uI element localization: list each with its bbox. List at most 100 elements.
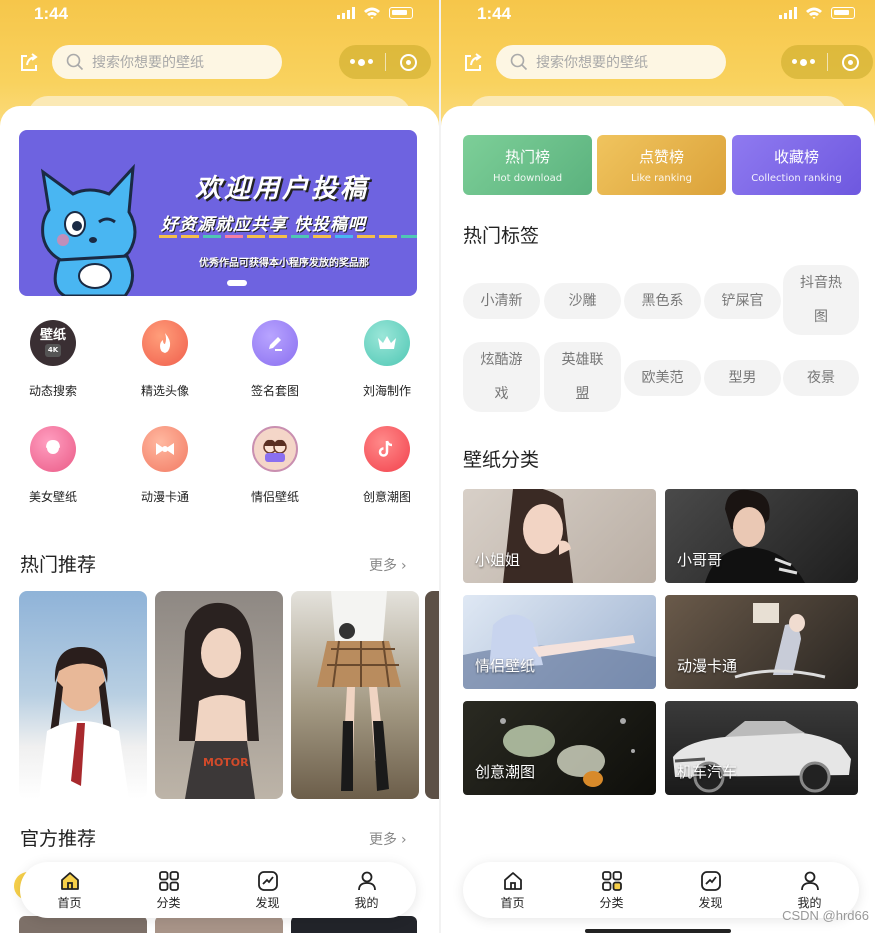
grid-item-anime[interactable]: 动漫卡通	[110, 426, 220, 505]
user-icon	[357, 871, 376, 890]
search-input[interactable]: 搜索你想要的壁纸	[52, 45, 282, 79]
search-icon	[510, 53, 528, 71]
grid-label: 动漫卡通	[140, 490, 189, 504]
share-icon[interactable]	[18, 52, 40, 74]
grid-label: 签名套图	[250, 384, 299, 398]
grid-item-signature[interactable]: 签名套图	[220, 320, 330, 399]
category-label: 创意潮图	[475, 763, 536, 781]
tab-label: 我的	[354, 895, 379, 910]
rank-title: 收藏榜	[773, 148, 819, 166]
category-label: 机车汽车	[677, 763, 738, 781]
wifi-icon	[364, 7, 380, 19]
grid-item-creative[interactable]: 创意潮图	[332, 426, 439, 505]
grid-icon	[601, 870, 622, 891]
tab-category[interactable]: 分类	[562, 862, 661, 918]
tags-section-title: 热门标签	[463, 225, 540, 247]
tag-item[interactable]: 炫酷游戏	[463, 342, 540, 412]
user-icon	[800, 871, 819, 890]
hot-photo-card[interactable]	[19, 591, 147, 799]
wallpaper-badge-text: 壁纸	[39, 328, 66, 343]
wifi-icon	[806, 7, 822, 19]
trend-icon	[700, 870, 721, 891]
screenshot-stage: 1:44 搜索你想要的壁纸 欢迎用户投稿 好资源就应共享 快投稿吧 优秀作品可获…	[0, 0, 875, 933]
more-dots-icon[interactable]	[339, 58, 385, 66]
grid-item-couple[interactable]: 情侣壁纸	[220, 426, 330, 505]
tab-home[interactable]: 首页	[463, 862, 562, 918]
svg-text:MOTOR: MOTOR	[203, 756, 249, 769]
category-card[interactable]: 小哥哥	[665, 489, 858, 583]
status-icons	[779, 6, 855, 20]
grid-label: 刘海制作	[362, 384, 411, 398]
grid-item-avatars[interactable]: 精选头像	[110, 320, 220, 399]
tag-item[interactable]: 小清新	[463, 283, 540, 319]
hot-section-title: 热门推荐	[20, 554, 97, 576]
home-screen: 1:44 搜索你想要的壁纸 欢迎用户投稿 好资源就应共享 快投稿吧 优秀作品可获…	[0, 0, 439, 933]
tab-home[interactable]: 首页	[20, 862, 119, 918]
share-icon[interactable]	[462, 52, 484, 74]
tag-item[interactable]: 黑色系	[624, 283, 701, 319]
tab-label: 分类	[599, 895, 624, 910]
rank-hot-download[interactable]: 热门榜 Hot download	[463, 135, 592, 195]
grid-label: 精选头像	[140, 384, 189, 398]
search-placeholder: 搜索你想要的壁纸	[536, 55, 648, 71]
category-label: 小姐姐	[475, 551, 521, 569]
category-card[interactable]: 情侣壁纸	[463, 595, 656, 689]
hot-photo-card[interactable]	[291, 591, 419, 799]
hot-more-link[interactable]: 更多 ›	[369, 555, 407, 575]
tab-label: 发现	[255, 895, 280, 910]
cat-mascot-icon	[40, 163, 137, 296]
category-card[interactable]: 创意潮图	[463, 701, 656, 795]
search-input[interactable]: 搜索你想要的壁纸	[496, 45, 726, 79]
hot-photo-card[interactable]: MOTOR	[155, 591, 283, 799]
close-target-icon[interactable]	[385, 53, 431, 71]
official-photo-peek[interactable]	[155, 916, 283, 933]
chevron-right-icon: ›	[401, 832, 407, 848]
banner-carousel[interactable]: 欢迎用户投稿 好资源就应共享 快投稿吧 优秀作品可获得本小程序发放的奖品那	[19, 130, 417, 296]
home-icon	[60, 871, 79, 890]
close-target-icon[interactable]	[827, 53, 873, 71]
couple-icon	[252, 426, 298, 472]
tab-discover[interactable]: 发现	[661, 862, 760, 918]
tag-item[interactable]: 铲屎官	[704, 283, 781, 319]
category-card[interactable]: 小姐姐	[463, 489, 656, 583]
tag-item[interactable]: 英雄联盟	[544, 342, 621, 412]
official-photo-peek[interactable]	[291, 916, 417, 933]
tag-item[interactable]: 沙雕	[544, 283, 621, 319]
grid-item-notch[interactable]: 刘海制作	[332, 320, 439, 399]
flame-icon	[142, 320, 188, 366]
category-label: 动漫卡通	[677, 657, 738, 675]
official-photo-peek[interactable]	[19, 916, 147, 933]
tag-item[interactable]: 夜景	[783, 360, 859, 396]
tab-discover[interactable]: 发现	[218, 862, 317, 918]
home-indicator	[585, 929, 731, 933]
search-icon	[66, 53, 84, 71]
category-label: 情侣壁纸	[475, 657, 536, 675]
tag-item[interactable]: 欧美范	[624, 360, 701, 396]
bow-icon	[142, 426, 188, 472]
grid-item-dynamic-search[interactable]: 壁纸 4K 动态搜索	[0, 320, 108, 399]
trend-icon	[257, 870, 278, 891]
signal-icon	[337, 7, 355, 19]
official-more-link[interactable]: 更多 ›	[369, 829, 407, 849]
banner-stripes	[159, 235, 417, 238]
grid-item-beauty[interactable]: 美女壁纸	[0, 426, 108, 505]
more-dots-icon[interactable]	[781, 58, 827, 66]
tab-mine[interactable]: 我的	[317, 862, 416, 918]
rank-subtitle: Hot download	[492, 173, 563, 184]
tab-category[interactable]: 分类	[119, 862, 218, 918]
csdn-watermark: CSDN @hrd66	[782, 908, 869, 923]
category-card[interactable]: 动漫卡通	[665, 595, 858, 689]
rank-like[interactable]: 点赞榜 Like ranking	[597, 135, 726, 195]
girl-icon	[30, 426, 76, 472]
mini-program-capsule	[781, 45, 873, 79]
hot-photo-card-partial[interactable]	[425, 591, 439, 799]
category-card[interactable]: 机车汽车	[665, 701, 858, 795]
bottom-tab-bar: 首页 分类 发现 我的	[20, 862, 416, 918]
more-label: 更多	[369, 832, 397, 848]
home-icon	[503, 871, 522, 890]
banner-subtitle: 好资源就应共享 快投稿吧	[161, 215, 366, 235]
tag-item[interactable]: 型男	[704, 360, 781, 396]
tab-label: 发现	[698, 895, 723, 910]
rank-collection[interactable]: 收藏榜 Collection ranking	[732, 135, 861, 195]
tag-item[interactable]: 抖音热图	[783, 265, 859, 335]
